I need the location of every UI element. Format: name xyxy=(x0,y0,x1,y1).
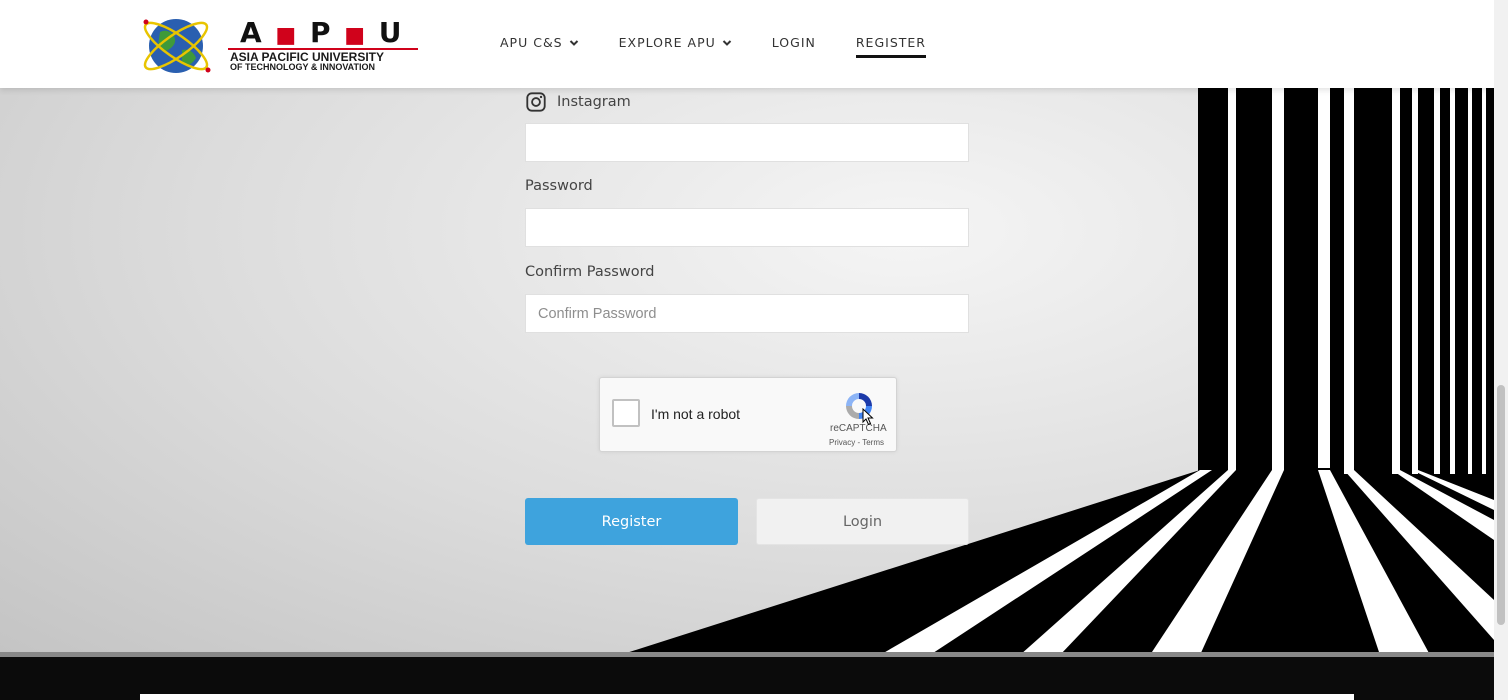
nav-register[interactable]: REGISTER xyxy=(855,35,927,58)
scrollbar-thumb[interactable] xyxy=(1497,385,1505,625)
instagram-icon xyxy=(526,92,546,112)
nav-apu-cs[interactable]: APU C&S xyxy=(500,35,579,50)
confirm-password-input[interactable] xyxy=(525,294,969,333)
logo-wordmark: A ■ P ■ U xyxy=(240,16,404,49)
globe-icon xyxy=(143,19,211,73)
recaptcha-widget: I'm not a robot reCAPTCHA Privacy - Term… xyxy=(599,377,897,452)
nav-explore-apu[interactable]: EXPLORE APU xyxy=(619,35,732,50)
page-scrollbar[interactable] xyxy=(1494,0,1508,700)
footer-content-bar xyxy=(140,694,1354,700)
chevron-down-icon xyxy=(569,39,578,46)
chevron-down-icon xyxy=(722,39,731,46)
recaptcha-label: I'm not a robot xyxy=(651,406,741,422)
nav-apu-cs-label: APU C&S xyxy=(500,35,563,50)
confirm-password-label: Confirm Password xyxy=(525,264,655,280)
nav-login-label: LOGIN xyxy=(771,35,816,50)
nav-register-label: REGISTER xyxy=(855,35,926,50)
instagram-input[interactable] xyxy=(525,123,969,162)
mouse-cursor-icon xyxy=(862,408,874,426)
recaptcha-checkbox[interactable] xyxy=(612,399,640,427)
site-header: A ■ P ■ U ASIA PACIFIC UNIVERSITY OF TEC… xyxy=(0,0,1494,88)
register-button[interactable]: Register xyxy=(525,498,738,545)
nav-login[interactable]: LOGIN xyxy=(772,35,816,50)
recaptcha-links: Privacy - Terms xyxy=(829,438,884,447)
recaptcha-terms-link[interactable]: Terms xyxy=(862,438,884,447)
nav-explore-apu-label: EXPLORE APU xyxy=(618,35,716,50)
recaptcha-privacy-link[interactable]: Privacy xyxy=(829,438,855,447)
password-input[interactable] xyxy=(525,208,969,247)
password-label: Password xyxy=(525,178,593,194)
login-button[interactable]: Login xyxy=(756,498,969,545)
recaptcha-separator: - xyxy=(857,438,861,447)
logo-line-2: OF TECHNOLOGY & INNOVATION xyxy=(230,62,376,72)
apu-logo[interactable]: A ■ P ■ U ASIA PACIFIC UNIVERSITY OF TEC… xyxy=(138,10,423,80)
main-nav: APU C&S EXPLORE APU LOGIN REGISTER xyxy=(500,35,966,58)
instagram-label-text: Instagram xyxy=(557,94,631,110)
instagram-label: Instagram xyxy=(525,91,631,113)
recaptcha-brand: reCAPTCHA xyxy=(830,423,887,434)
